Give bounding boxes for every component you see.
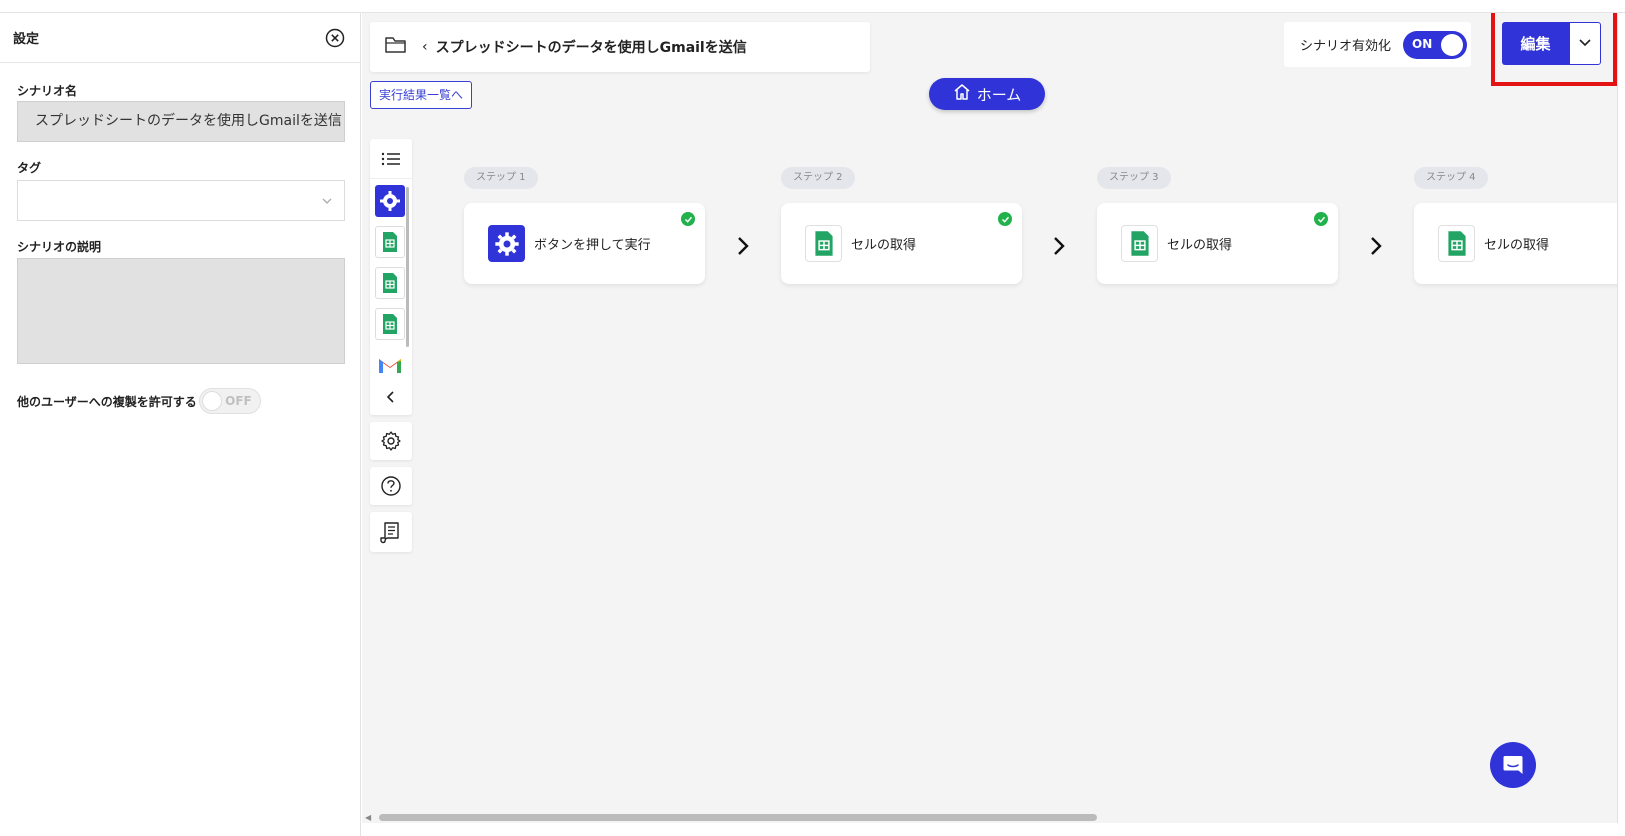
toggle-knob: [201, 391, 222, 411]
step-name: セルの取得: [851, 238, 917, 253]
step-pill: ステップ 4: [1414, 167, 1488, 189]
help-button[interactable]: [370, 467, 412, 505]
tag-select[interactable]: [17, 180, 345, 221]
chevron-down-icon: [1577, 34, 1593, 54]
sheets-icon: [805, 225, 842, 262]
copy-permission-label: 他のユーザーへの複製を許可する: [17, 394, 197, 409]
check-icon: [998, 212, 1012, 226]
chevron-right-icon: [1051, 235, 1067, 261]
chat-button[interactable]: [1490, 742, 1536, 788]
flow-canvas: ‹ スプレッドシートのデータを使用しGmailを送信 実行結果一覧へ ホーム シ…: [362, 13, 1617, 823]
step-name: セルの取得: [1167, 238, 1233, 253]
edit-button[interactable]: 編集: [1502, 22, 1569, 65]
scenario-name-label: シナリオ名: [17, 84, 78, 98]
step-card[interactable]: セルの取得: [1414, 203, 1617, 284]
thumbnail-scrollbar[interactable]: [406, 187, 409, 347]
step-name: ボタンを押して実行: [534, 238, 651, 253]
toggle-knob: [1441, 33, 1464, 56]
help-icon: [381, 476, 401, 496]
step-pill: ステップ 1: [464, 167, 538, 189]
chevron-right-icon: [735, 235, 751, 261]
back-button[interactable]: ‹: [422, 39, 428, 55]
sheets-icon[interactable]: [375, 267, 405, 299]
enable-label: シナリオ有効化: [1300, 39, 1392, 54]
enable-toggle[interactable]: ON: [1403, 30, 1468, 59]
scroll-left-icon[interactable]: ◀: [365, 813, 371, 822]
gear-icon[interactable]: [375, 185, 405, 217]
sheets-icon: [1438, 225, 1475, 262]
chat-icon: [1503, 756, 1523, 774]
gear-icon: [381, 431, 401, 451]
chevron-left-icon: [386, 391, 394, 403]
description-textarea[interactable]: [17, 258, 345, 364]
gmail-icon[interactable]: [375, 349, 405, 381]
scenario-title: スプレッドシートのデータを使用しGmailを送信: [435, 40, 747, 56]
tag-label: タグ: [17, 161, 42, 175]
log-button[interactable]: [370, 512, 412, 552]
results-list-link[interactable]: 実行結果一覧へ: [370, 81, 473, 109]
sheets-icon: [1121, 225, 1158, 262]
home-button[interactable]: ホーム: [929, 78, 1045, 110]
chevron-down-icon: [320, 193, 334, 212]
home-icon: [953, 83, 977, 105]
sheets-icon[interactable]: [375, 226, 405, 258]
collapse-button[interactable]: [370, 379, 412, 415]
settings-title: 設定: [13, 32, 40, 47]
settings-panel: 設定 シナリオ名 スプレッドシートのデータを使用しGmailを送信 タグ シナリ…: [0, 13, 361, 836]
check-icon: [1314, 212, 1328, 226]
script-icon: [380, 522, 399, 544]
settings-header: 設定: [0, 13, 360, 63]
check-icon: [681, 212, 695, 226]
toggle-state: OFF: [225, 394, 252, 408]
gear-icon: [488, 225, 525, 262]
scenario-name-input[interactable]: スプレッドシートのデータを使用しGmailを送信: [17, 101, 345, 142]
folder-icon[interactable]: [384, 35, 408, 59]
tool-column: [370, 139, 412, 552]
step-thumbnails: [370, 179, 412, 377]
sheets-icon[interactable]: [375, 308, 405, 340]
toggle-state: ON: [1412, 36, 1433, 51]
step-card[interactable]: ボタンを押して実行: [464, 203, 705, 284]
scenario-enable-card: シナリオ有効化 ON: [1284, 22, 1471, 67]
step-card[interactable]: セルの取得: [781, 203, 1022, 284]
step-pill: ステップ 3: [1097, 167, 1171, 189]
scrollbar-thumb[interactable]: [379, 814, 1097, 821]
chevron-right-icon: [1368, 235, 1384, 261]
top-border: [0, 0, 1625, 13]
copy-permission-row: 他のユーザーへの複製を許可する OFF: [17, 388, 261, 414]
description-label: シナリオの説明: [17, 240, 102, 254]
close-icon[interactable]: [324, 27, 346, 49]
list-icon[interactable]: [370, 139, 412, 179]
settings-gear-button[interactable]: [370, 422, 412, 460]
right-edge-border: [1617, 13, 1625, 823]
copy-permission-toggle[interactable]: OFF: [198, 388, 261, 414]
step-name: セルの取得: [1484, 238, 1550, 253]
step-navigator: [370, 139, 412, 415]
scenario-title-card: ‹ スプレッドシートのデータを使用しGmailを送信: [370, 22, 870, 72]
home-label: ホーム: [976, 85, 1022, 104]
edit-dropdown-button[interactable]: [1569, 22, 1601, 65]
step-pill: ステップ 2: [781, 167, 855, 189]
horizontal-scrollbar[interactable]: ◀: [362, 811, 1617, 823]
step-card[interactable]: セルの取得: [1097, 203, 1338, 284]
